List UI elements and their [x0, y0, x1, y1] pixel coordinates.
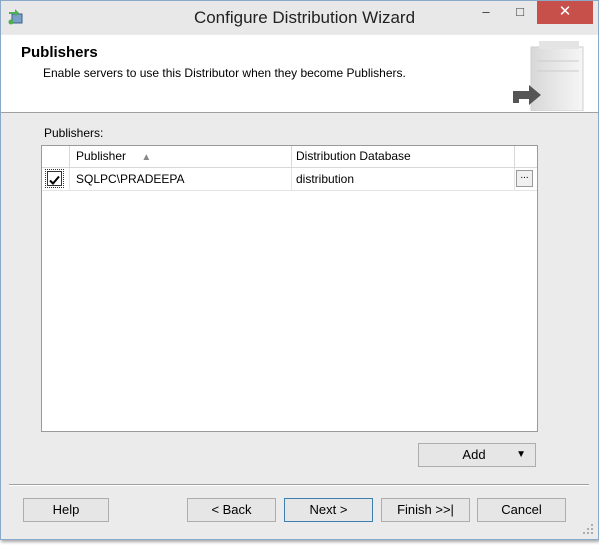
add-button-label: Add: [462, 447, 486, 462]
publishers-grid[interactable]: Publisher ▲ Distribution Database SQLPC\…: [41, 145, 538, 432]
cancel-button[interactable]: Cancel: [477, 498, 566, 522]
finish-button[interactable]: Finish >>|: [381, 498, 470, 522]
column-publisher-label: Publisher: [76, 149, 127, 163]
title-bar[interactable]: Configure Distribution Wizard – □ ✕: [1, 1, 598, 34]
checkmark-icon: [49, 175, 60, 185]
chevron-down-icon: ▼: [516, 449, 526, 460]
wizard-header: Publishers Enable servers to use this Di…: [1, 35, 598, 113]
footer-separator: [9, 484, 589, 486]
add-button[interactable]: Add ▼: [418, 443, 536, 467]
page-title: Publishers: [21, 44, 98, 61]
browse-button[interactable]: ...: [516, 170, 533, 187]
back-button[interactable]: < Back: [187, 498, 276, 522]
server-graphic-icon: [509, 37, 589, 112]
publisher-cell: SQLPC\PRADEEPA: [70, 168, 292, 190]
distribution-db-cell[interactable]: distribution: [292, 168, 515, 190]
header-check-cell: [42, 146, 70, 167]
next-button[interactable]: Next >: [284, 498, 373, 522]
row-check-cell: [42, 168, 70, 190]
help-button[interactable]: Help: [23, 498, 109, 522]
grid-header: Publisher ▲ Distribution Database: [42, 146, 537, 168]
close-button[interactable]: ✕: [537, 1, 593, 24]
resize-grip-icon[interactable]: [580, 521, 594, 535]
sort-ascending-icon: ▲: [141, 152, 152, 163]
maximize-button[interactable]: □: [503, 1, 537, 24]
publisher-enabled-checkbox[interactable]: [45, 169, 64, 188]
page-subtitle: Enable servers to use this Distributor w…: [43, 66, 406, 80]
publishers-label: Publishers:: [44, 126, 104, 140]
column-distribution-db-label: Distribution Database: [296, 149, 411, 163]
minimize-button[interactable]: –: [469, 1, 503, 24]
column-header-publisher[interactable]: Publisher ▲: [70, 146, 292, 167]
table-row[interactable]: SQLPC\PRADEEPA distribution ...: [42, 168, 537, 191]
column-header-distribution-db[interactable]: Distribution Database: [292, 146, 515, 167]
wizard-window: Configure Distribution Wizard – □ ✕ Publ…: [0, 0, 599, 540]
